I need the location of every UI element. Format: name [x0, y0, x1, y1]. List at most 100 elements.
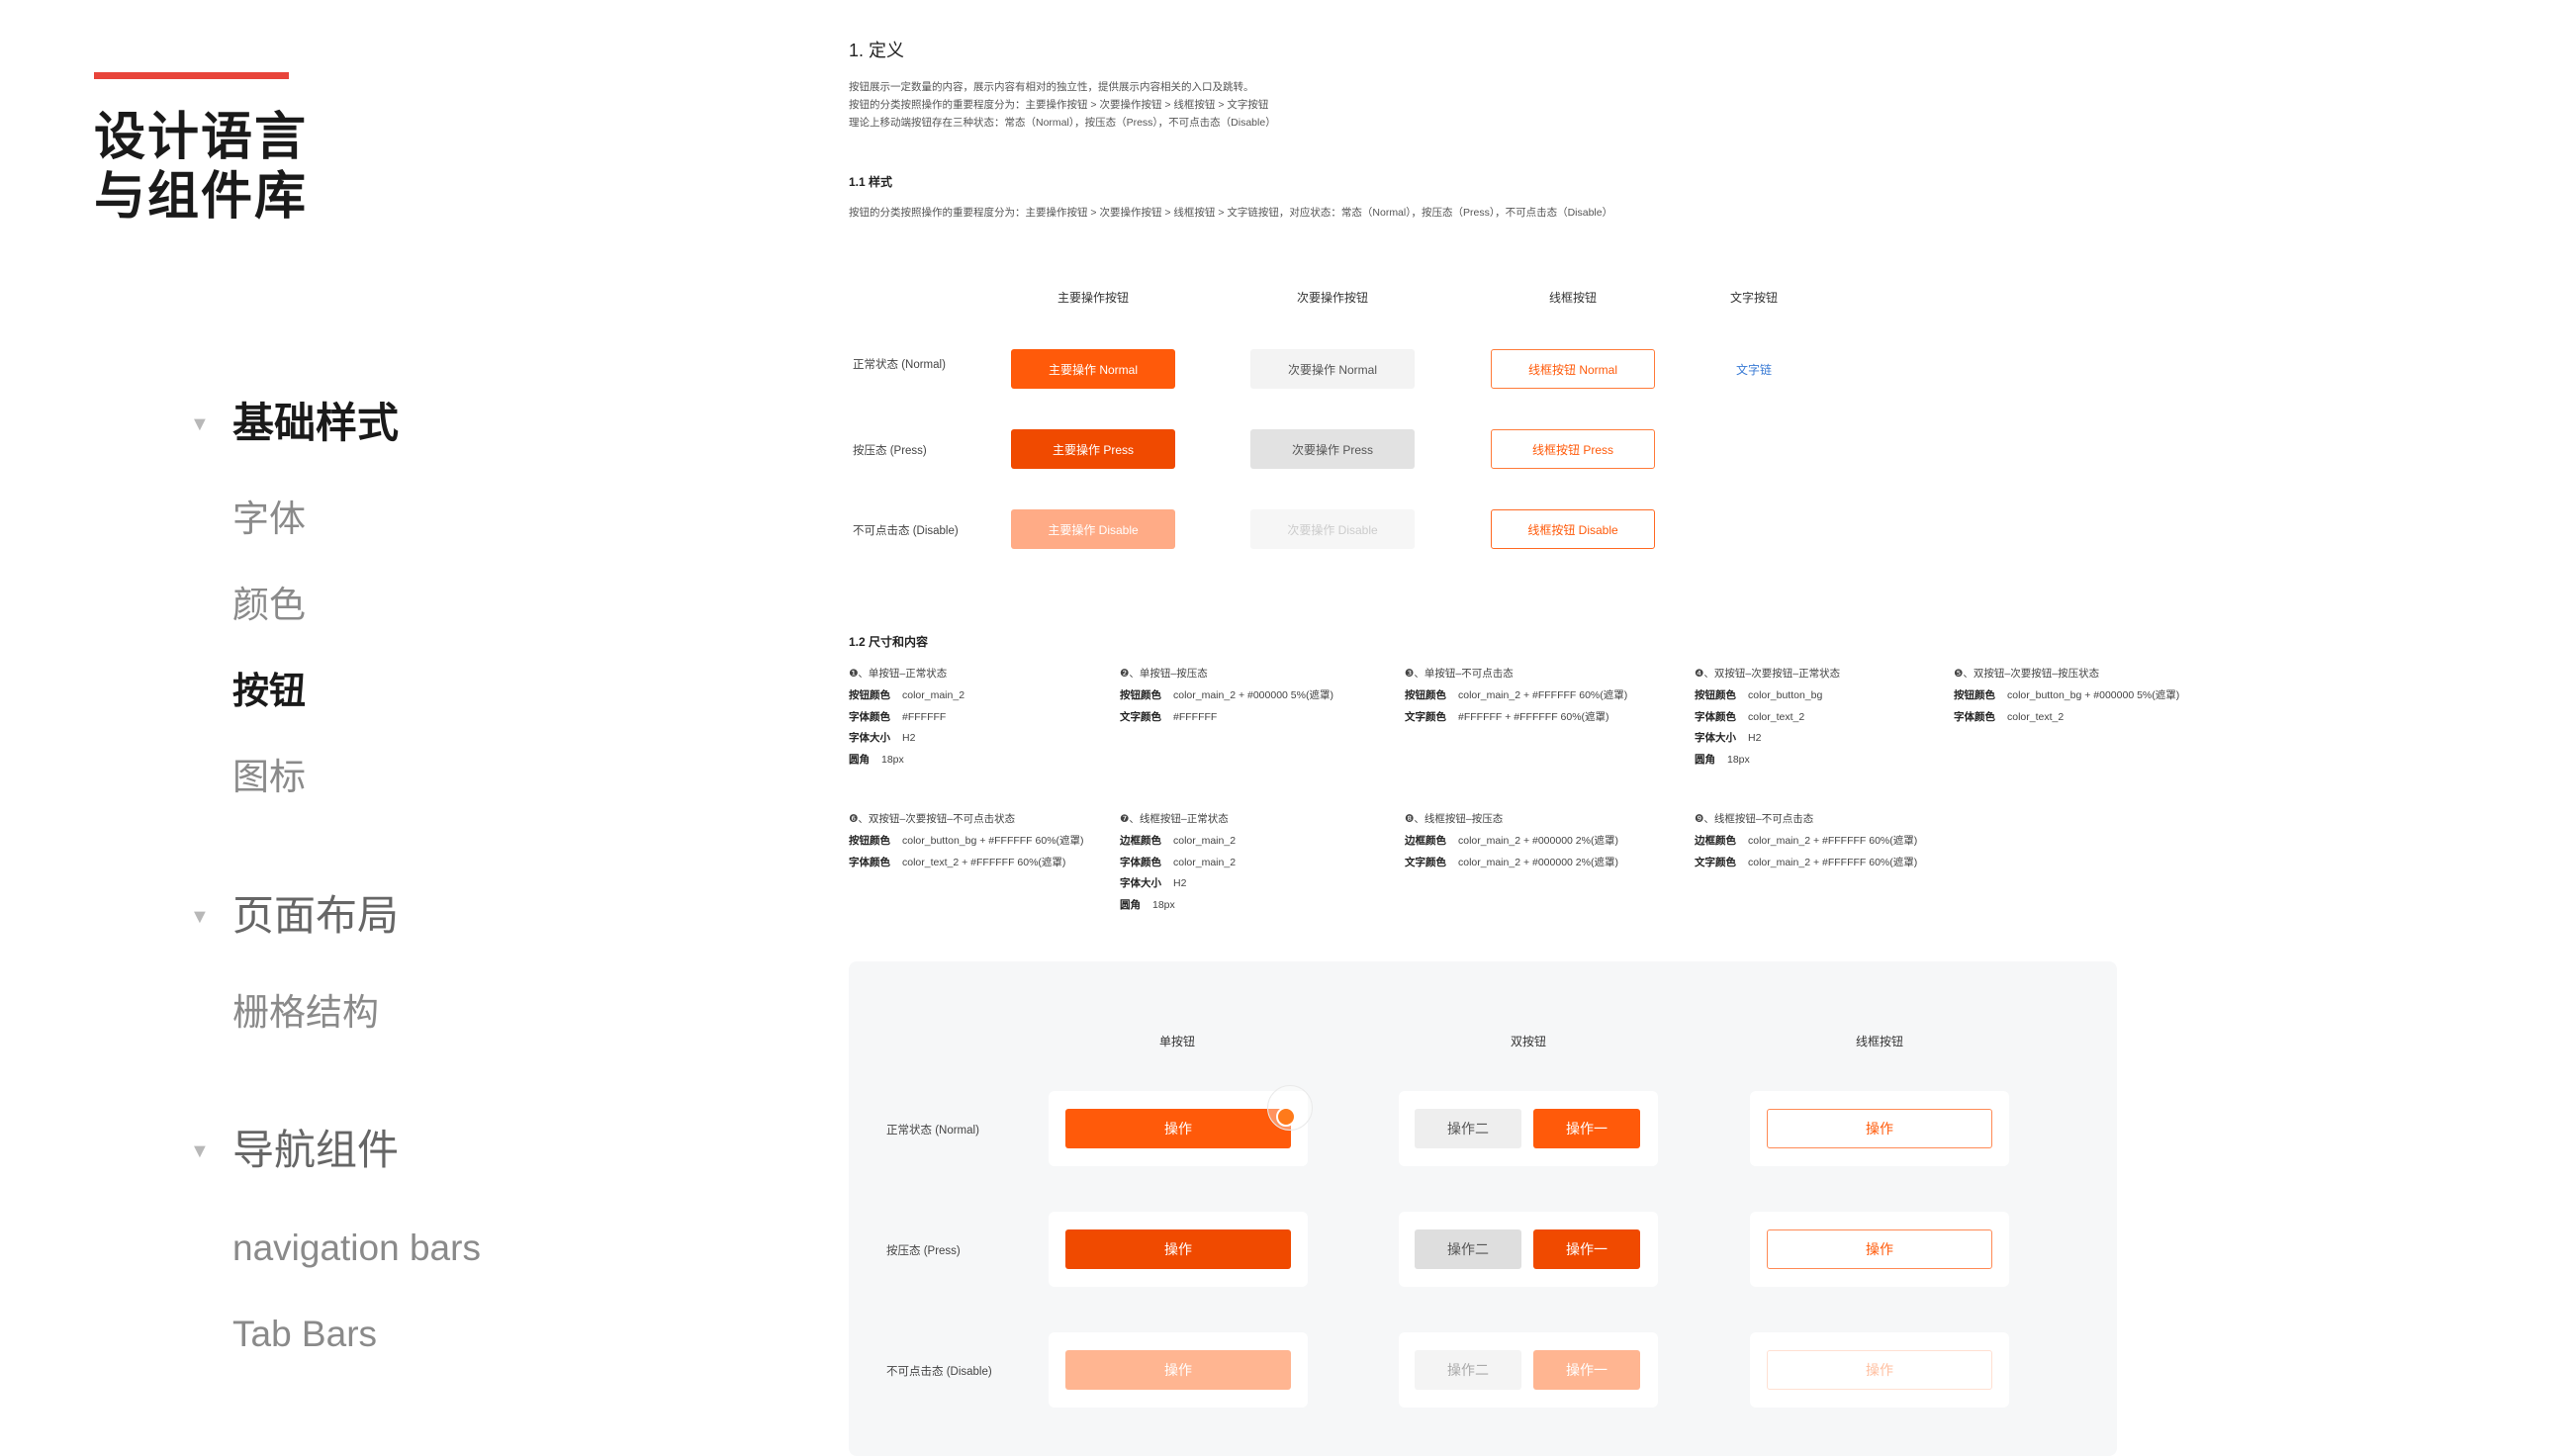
spec-key: 字体颜色: [1954, 710, 1995, 723]
outline-button-press[interactable]: 操作: [1767, 1229, 1992, 1269]
secondary-button-press[interactable]: 次要操作 Press: [1250, 429, 1415, 469]
row-label-press: 按压态 (Press): [853, 445, 927, 457]
expand-arrow-icon[interactable]: ▼: [190, 906, 210, 929]
single-button-normal[interactable]: 操作: [1065, 1109, 1291, 1148]
spec-key: 边框颜色: [1405, 835, 1446, 847]
spec-value: color_text_2: [2007, 710, 2065, 723]
spec-line: 圆角 18px: [849, 753, 904, 766]
spec-line: 圆角 18px: [1695, 754, 1750, 766]
spec-value: color_main_2 + #FFFFFF 60%(遮罩): [1748, 835, 1918, 847]
nav-section-navigation[interactable]: 导航组件: [232, 1130, 399, 1171]
primary-button-press[interactable]: 主要操作 Press: [1011, 429, 1175, 469]
nav-section-basic[interactable]: 基础样式: [232, 403, 399, 444]
spec-value: color_text_2 + #FFFFFF 60%(遮罩): [902, 856, 1066, 868]
nav-item-font[interactable]: 字体: [232, 500, 306, 537]
spec-value: color_main_2 + #000000 2%(遮罩): [1458, 856, 1618, 868]
spec-value: color_main_2 + #000000 5%(遮罩): [1173, 689, 1333, 701]
text-link-button[interactable]: 文字链: [1672, 349, 1836, 389]
spec-title: ❷、单按钮–按压态: [1120, 668, 1208, 680]
spec-key: 字体颜色: [1695, 710, 1736, 723]
spec-value: #FFFFFF + #FFFFFF 60%(遮罩): [1458, 710, 1609, 723]
nav-item-icon[interactable]: 图标: [232, 759, 306, 795]
panel-row-disable: 不可点击态 (Disable): [886, 1366, 992, 1378]
spec-key: 文字颜色: [1695, 856, 1736, 868]
spec-key: 按钮颜色: [1954, 689, 1995, 701]
spec-key: 文字颜色: [1120, 710, 1161, 723]
definition-text: 按钮的分类按照操作的重要程度分为：主要操作按钮 > 次要操作按钮 > 线框按钮 …: [849, 99, 1269, 111]
spec-key: 圆角: [849, 753, 870, 766]
panel-column-outline: 线框按钮: [1855, 1035, 1903, 1048]
spec-line: 文字颜色 #FFFFFF: [1120, 710, 1217, 723]
double-secondary-press[interactable]: 操作二: [1415, 1229, 1521, 1269]
outline-button-normal[interactable]: 线框按钮 Normal: [1491, 349, 1655, 389]
spec-value: color_main_2: [902, 689, 965, 701]
spec-key: 按钮颜色: [1405, 689, 1446, 701]
nav-section-layout[interactable]: 页面布局: [232, 895, 399, 937]
outline-button-normal[interactable]: 操作: [1767, 1109, 1992, 1148]
single-button-disable[interactable]: 操作: [1065, 1350, 1291, 1390]
spec-line: 字体颜色 #FFFFFF: [849, 710, 947, 723]
spec-key: 边框颜色: [1695, 835, 1736, 847]
primary-button-disable[interactable]: 主要操作 Disable: [1011, 509, 1175, 549]
style-text: 按钮的分类按照操作的重要程度分为：主要操作按钮 > 次要操作按钮 > 线框按钮 …: [849, 207, 1613, 219]
spec-line: 字体大小 H2: [849, 733, 915, 744]
spec-line: 按钮颜色 color_main_2 + #000000 5%(遮罩): [1120, 690, 1333, 701]
spec-key: 字体大小: [1695, 732, 1736, 744]
spec-line: 边框颜色 color_main_2 + #000000 2%(遮罩): [1405, 836, 1618, 847]
spec-line: 按钮颜色 color_button_bg: [1695, 690, 1822, 701]
spec-key: 按钮颜色: [1120, 689, 1161, 701]
double-primary-normal[interactable]: 操作一: [1533, 1109, 1640, 1148]
spec-value: 18px: [881, 753, 904, 766]
spec-key: 文字颜色: [1405, 710, 1446, 723]
spec-title: ❶、单按钮–正常状态: [849, 668, 948, 680]
column-header-text: 文字按钮: [1729, 291, 1778, 305]
outline-button-disable[interactable]: 线框按钮 Disable: [1491, 509, 1655, 549]
spec-value: H2: [1173, 877, 1187, 889]
spec-key: 按钮颜色: [849, 689, 890, 701]
spec-line: 字体颜色 color_text_2 + #FFFFFF 60%(遮罩): [849, 856, 1066, 868]
spec-key: 按钮颜色: [849, 835, 890, 847]
section-title-size: 1.2 尺寸和内容: [849, 635, 929, 649]
spec-title: ❸、单按钮–不可点击态: [1405, 668, 1514, 680]
single-button-press[interactable]: 操作: [1065, 1229, 1291, 1269]
nav-item-navigation-bars[interactable]: navigation bars: [232, 1229, 481, 1266]
double-secondary-normal[interactable]: 操作二: [1415, 1109, 1521, 1148]
spec-line: 文字颜色 #FFFFFF + #FFFFFF 60%(遮罩): [1405, 710, 1609, 723]
outline-button-disable[interactable]: 操作: [1767, 1350, 1992, 1390]
secondary-button-normal[interactable]: 次要操作 Normal: [1250, 349, 1415, 389]
nav-item-grid[interactable]: 栅格结构: [232, 994, 379, 1031]
spec-line: 字体大小 H2: [1120, 878, 1186, 889]
spec-line: 边框颜色 color_main_2 + #FFFFFF 60%(遮罩): [1695, 836, 1917, 847]
column-header-outline: 线框按钮: [1548, 291, 1597, 305]
expand-arrow-icon[interactable]: ▼: [190, 413, 210, 436]
spec-key: 字体大小: [1120, 877, 1161, 889]
nav-item-tab-bars[interactable]: Tab Bars: [232, 1316, 377, 1352]
expand-arrow-icon[interactable]: ▼: [190, 1140, 210, 1163]
spec-value: H2: [1748, 732, 1762, 744]
spec-line: 圆角 18px: [1120, 899, 1175, 911]
secondary-button-disable[interactable]: 次要操作 Disable: [1250, 509, 1415, 549]
panel-row-press: 按压态 (Press): [886, 1245, 961, 1257]
nav-item-color[interactable]: 颜色: [232, 587, 306, 623]
nav-item-button[interactable]: 按钮: [232, 673, 306, 709]
spec-key: 边框颜色: [1120, 835, 1161, 847]
spec-title: ❻、双按钮–次要按钮–不可点击状态: [849, 813, 1016, 825]
spec-value: color_main_2 + #FFFFFF 60%(遮罩): [1458, 689, 1628, 701]
double-primary-press[interactable]: 操作一: [1533, 1229, 1640, 1269]
spec-line: 字体颜色 color_main_2: [1120, 857, 1236, 868]
spec-title: ❺、双按钮–次要按钮–按压状态: [1954, 668, 2100, 680]
outline-button-press[interactable]: 线框按钮 Press: [1491, 429, 1655, 469]
spec-value: H2: [902, 732, 916, 744]
section-title-definition: 1. 定义: [849, 41, 905, 60]
definition-text: 理论上移动端按钮存在三种状态：常态（Normal），按压态（Press），不可点…: [849, 117, 1276, 129]
double-primary-disable[interactable]: 操作一: [1533, 1350, 1640, 1390]
primary-button-normal[interactable]: 主要操作 Normal: [1011, 349, 1175, 389]
column-header-primary: 主要操作按钮: [1056, 291, 1129, 305]
touch-point-icon: [1276, 1107, 1296, 1127]
spec-value: color_main_2 + #FFFFFF 60%(遮罩): [1748, 856, 1918, 868]
spec-value: #FFFFFF: [902, 710, 947, 723]
spec-line: 字体颜色 color_text_2: [1695, 710, 1804, 723]
spec-line: 文字颜色 color_main_2 + #FFFFFF 60%(遮罩): [1695, 856, 1918, 868]
spec-key: 字体颜色: [849, 710, 890, 723]
double-secondary-disable[interactable]: 操作二: [1415, 1350, 1521, 1390]
